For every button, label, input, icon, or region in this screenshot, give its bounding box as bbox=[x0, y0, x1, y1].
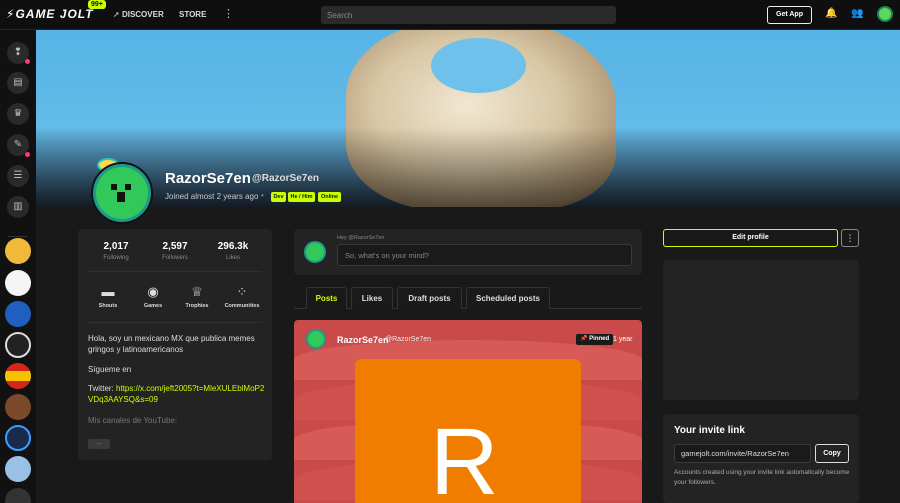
tab-likes[interactable]: Likes bbox=[351, 287, 393, 309]
composer-input[interactable] bbox=[337, 244, 632, 266]
bio-follow-me: Sígueme en bbox=[88, 365, 132, 374]
following-count[interactable]: 2,017 bbox=[86, 241, 146, 252]
community-avatar[interactable] bbox=[5, 301, 31, 327]
sidebar-divider bbox=[8, 236, 28, 237]
followers-count[interactable]: 2,597 bbox=[145, 241, 205, 252]
chat-icon[interactable]: ☰ bbox=[7, 165, 29, 187]
pin-icon: 📌 bbox=[580, 336, 588, 342]
shouts-label[interactable]: Shouts bbox=[83, 303, 133, 309]
nav-store-link[interactable]: STORE bbox=[179, 10, 206, 19]
bio-intro: Hola, soy un mexicano MX que publica mem… bbox=[88, 334, 255, 354]
search-input[interactable] bbox=[321, 6, 616, 24]
compass-icon: ➚ bbox=[113, 10, 120, 19]
community-avatar[interactable] bbox=[5, 363, 31, 389]
invite-note: Accounts created using your invite link … bbox=[674, 469, 850, 486]
get-app-button[interactable]: Get App bbox=[767, 6, 812, 24]
bio-youtube: Mis canales de YouTube: bbox=[88, 416, 178, 425]
invite-link-field[interactable] bbox=[674, 444, 811, 463]
tab-draft-posts[interactable]: Draft posts bbox=[397, 287, 462, 309]
more-menu-icon[interactable]: ⋮ bbox=[223, 7, 234, 20]
profile-handle: @RazorSe7en bbox=[252, 173, 319, 184]
trophy-icon[interactable]: ♕ bbox=[177, 284, 217, 300]
followers-label: Followers bbox=[162, 255, 188, 261]
communities-icon[interactable]: ⁘ bbox=[222, 284, 262, 300]
tab-scheduled-posts[interactable]: Scheduled posts bbox=[466, 287, 550, 309]
left-sidebar: ❢ ▤ ♛ ✎ ☰ ▥ bbox=[0, 30, 36, 503]
empty-sidebar-card bbox=[663, 260, 859, 400]
tab-posts[interactable]: Posts bbox=[306, 287, 347, 309]
trophy-sidebar-icon[interactable]: ♛ bbox=[7, 103, 29, 125]
community-avatar[interactable] bbox=[5, 238, 31, 264]
profile-more-button[interactable]: ⋮ bbox=[841, 229, 859, 247]
community-avatar[interactable] bbox=[5, 425, 31, 451]
nav-discover-link[interactable]: ➚ DISCOVER bbox=[113, 10, 164, 19]
post-author-handle: @RazorSe7en bbox=[385, 336, 432, 343]
face-mouth bbox=[117, 192, 125, 202]
likes-label: Likes bbox=[225, 255, 240, 261]
post-author-avatar[interactable] bbox=[306, 329, 326, 349]
shouts-icon[interactable]: ▬ bbox=[88, 284, 128, 299]
user-avatar[interactable] bbox=[877, 6, 893, 22]
face-eye-left bbox=[111, 184, 117, 190]
invite-title: Your invite link bbox=[674, 425, 745, 436]
tag-online-badge: Online bbox=[318, 192, 341, 202]
trophies-label[interactable]: Trophies bbox=[172, 303, 222, 309]
profile-display-name: RazorSe7en bbox=[165, 170, 251, 187]
post-tile-letter: R bbox=[430, 409, 499, 503]
creeper-face-icon bbox=[109, 181, 135, 207]
bio-expand-button[interactable]: ... bbox=[88, 439, 110, 449]
actions-divider bbox=[88, 322, 262, 323]
community-avatar[interactable] bbox=[5, 394, 31, 420]
pencil-notification-dot bbox=[25, 152, 30, 157]
community-avatar[interactable] bbox=[5, 270, 31, 296]
quests-notification-dot bbox=[25, 59, 30, 64]
copy-invite-button[interactable]: Copy bbox=[815, 444, 849, 463]
post-timestamp: 1 year bbox=[613, 336, 633, 343]
tag-pronouns-badge: He / Him bbox=[288, 192, 315, 202]
gamepad-icon[interactable]: ◉ bbox=[133, 284, 173, 300]
bell-icon[interactable]: 🔔 bbox=[825, 8, 837, 19]
pinned-badge: 📌 Pinned bbox=[576, 334, 614, 345]
games-label[interactable]: Games bbox=[128, 303, 178, 309]
stats-divider bbox=[88, 271, 262, 272]
composer-greeting: Hey @RazorSe7en bbox=[337, 235, 385, 241]
face-eye-right bbox=[125, 184, 131, 190]
community-avatar[interactable] bbox=[5, 488, 31, 503]
top-navbar: ⚡GAME JOLT 99+ ➚ DISCOVER STORE ⋮ Get Ap… bbox=[0, 0, 900, 30]
community-avatar[interactable] bbox=[5, 332, 31, 358]
profile-joined-date: Joined almost 2 years ago bbox=[165, 192, 259, 201]
friends-icon[interactable]: 👥 bbox=[851, 8, 863, 19]
composer-avatar bbox=[304, 241, 326, 263]
following-label: Following bbox=[103, 255, 129, 261]
likes-count[interactable]: 296.3k bbox=[203, 241, 263, 252]
gamejolt-logo[interactable]: ⚡GAME JOLT bbox=[6, 7, 94, 21]
bio-twitter: Twitter: https://x.com/jeft2005?t=MleXUL… bbox=[88, 384, 265, 404]
library-icon[interactable]: ▥ bbox=[7, 196, 29, 218]
post-author-name[interactable]: RazorSe7en bbox=[337, 335, 389, 345]
communities-label[interactable]: Communities bbox=[217, 303, 267, 309]
edit-profile-button[interactable]: Edit profile bbox=[663, 229, 838, 247]
notification-count-badge: 99+ bbox=[88, 0, 106, 9]
joined-separator: • bbox=[261, 191, 264, 200]
tag-dev-badge: Dev bbox=[271, 192, 286, 202]
shop-icon[interactable]: ▤ bbox=[7, 72, 29, 94]
community-avatar[interactable] bbox=[5, 456, 31, 482]
